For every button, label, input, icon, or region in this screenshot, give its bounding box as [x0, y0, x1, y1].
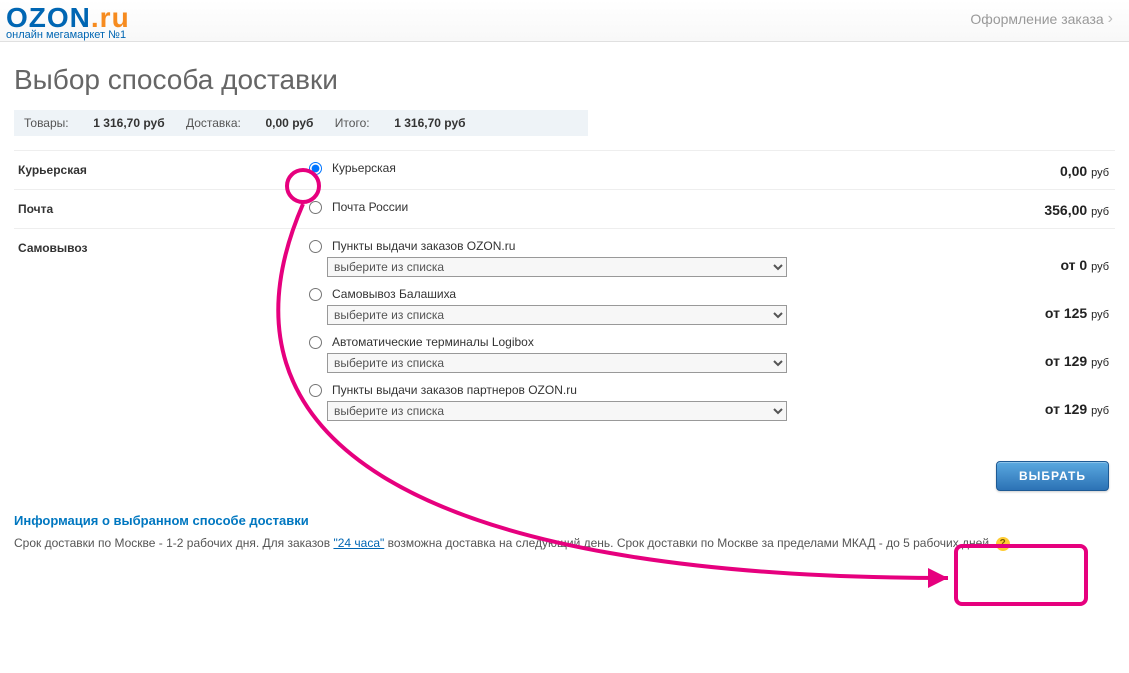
annotation-rect-icon: [954, 544, 1088, 606]
radio-courier[interactable]: [309, 162, 322, 175]
logo-subtitle: онлайн мегамаркет №1: [6, 30, 130, 41]
opt-pickup-1[interactable]: Самовывоз Балашиха: [309, 287, 915, 301]
opt-label: Самовывоз Балашиха: [332, 287, 456, 301]
price-pickup-2: от 129 руб: [915, 321, 1115, 369]
radio-pickup-1[interactable]: [309, 288, 322, 301]
row-post: Почта Почта России 356,00 руб: [14, 190, 1115, 229]
page-content: Выбор способа доставки Товары: 1 316,70 …: [0, 42, 1129, 572]
info-text: Срок доставки по Москве - 1-2 рабочих дн…: [14, 534, 1115, 552]
header: OZON.ru онлайн мегамаркет №1 Оформление …: [0, 0, 1129, 42]
action-row: ВЫБРАТЬ: [14, 441, 1115, 501]
opt-pickup-0[interactable]: Пункты выдачи заказов OZON.ru: [309, 239, 915, 253]
summary-goods-label: Товары:: [24, 116, 69, 130]
opt-pickup-2[interactable]: Автоматические терминалы Logibox: [309, 335, 915, 349]
price-courier: 0,00 руб: [915, 161, 1115, 179]
help-icon[interactable]: ?: [996, 537, 1010, 551]
row-category: Почта: [14, 200, 309, 216]
summary-delivery-label: Доставка:: [186, 116, 241, 130]
select-pickup-3[interactable]: выберите из списка: [327, 401, 787, 421]
select-pickup-0[interactable]: выберите из списка: [327, 257, 787, 277]
select-pickup-1[interactable]: выберите из списка: [327, 305, 787, 325]
select-button[interactable]: ВЫБРАТЬ: [996, 461, 1109, 491]
radio-pickup-2[interactable]: [309, 336, 322, 349]
opt-post[interactable]: Почта России: [309, 200, 915, 214]
breadcrumb-label: Оформление заказа: [970, 11, 1103, 27]
price-post: 356,00 руб: [915, 200, 1115, 218]
opt-label: Курьерская: [332, 161, 396, 175]
delivery-options: Курьерская Курьерская 0,00 руб Почта Поч…: [14, 150, 1115, 441]
pickup-prices-col: от 0 руб от 125 руб от 129 руб от 129 ру…: [915, 239, 1115, 417]
summary-total-label: Итого:: [335, 116, 370, 130]
row-pickup: Самовывоз Пункты выдачи заказов OZON.ru …: [14, 229, 1115, 441]
radio-pickup-3[interactable]: [309, 384, 322, 397]
chevron-right-icon: ›: [1108, 10, 1113, 28]
summary-goods-value: 1 316,70 руб: [93, 116, 164, 130]
opt-pickup-3[interactable]: Пункты выдачи заказов партнеров OZON.ru: [309, 383, 915, 397]
row-category: Курьерская: [14, 161, 309, 177]
link-24h[interactable]: "24 часа": [333, 536, 384, 550]
opt-label: Автоматические терминалы Logibox: [332, 335, 534, 349]
logo[interactable]: OZON.ru онлайн мегамаркет №1: [6, 4, 130, 41]
radio-pickup-0[interactable]: [309, 240, 322, 253]
summary-delivery-value: 0,00 руб: [266, 116, 314, 130]
row-courier: Курьерская Курьерская 0,00 руб: [14, 151, 1115, 190]
price-pickup-3: от 129 руб: [915, 369, 1115, 417]
page-title: Выбор способа доставки: [14, 64, 1115, 96]
price-pickup-0: от 0 руб: [915, 239, 1115, 273]
opt-label: Пункты выдачи заказов OZON.ru: [332, 239, 515, 253]
select-pickup-2[interactable]: выберите из списка: [327, 353, 787, 373]
pickup-options-col: Пункты выдачи заказов OZON.ru выберите и…: [309, 239, 915, 431]
info-title: Информация о выбранном способе доставки: [14, 513, 1115, 528]
row-category: Самовывоз: [14, 239, 309, 255]
opt-courier[interactable]: Курьерская: [309, 161, 915, 175]
summary-bar: Товары: 1 316,70 руб Доставка: 0,00 руб …: [14, 110, 588, 136]
breadcrumb: Оформление заказа ›: [970, 4, 1119, 28]
opt-label: Пункты выдачи заказов партнеров OZON.ru: [332, 383, 577, 397]
summary-total-value: 1 316,70 руб: [394, 116, 465, 130]
radio-post[interactable]: [309, 201, 322, 214]
opt-label: Почта России: [332, 200, 408, 214]
price-pickup-1: от 125 руб: [915, 273, 1115, 321]
